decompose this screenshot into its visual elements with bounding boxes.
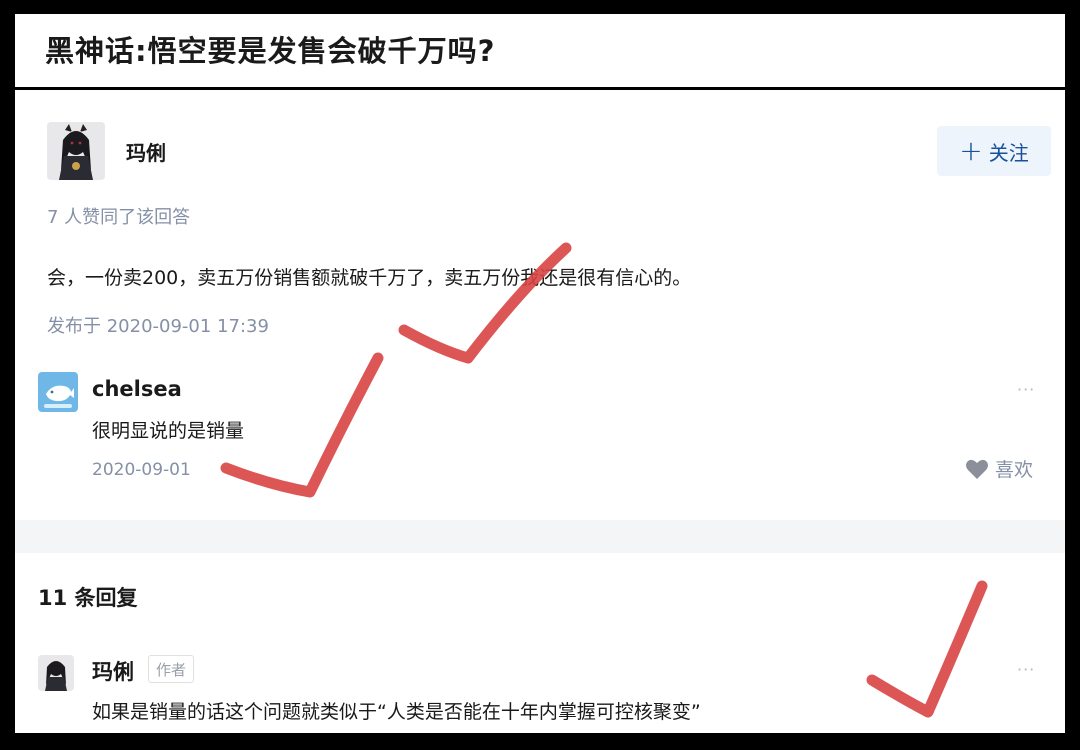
commenter-name[interactable]: chelsea bbox=[92, 377, 182, 401]
like-button[interactable]: 喜欢 bbox=[965, 455, 1033, 482]
reply-more-icon[interactable]: ··· bbox=[1017, 660, 1035, 679]
plus-icon: + bbox=[959, 134, 983, 167]
reply-author-avatar[interactable] bbox=[38, 655, 74, 691]
comment-content: 很明显说的是销量 bbox=[92, 420, 245, 442]
reply-author-name[interactable]: 玛俐 bbox=[92, 656, 134, 686]
answer-card bbox=[15, 90, 1065, 520]
author-name[interactable]: 玛俐 bbox=[126, 137, 166, 166]
reply-count: 11 条回复 bbox=[38, 586, 138, 610]
section-divider bbox=[15, 520, 1065, 553]
answer-content: 会，一份卖200，卖五万份销售额就破千万了，卖五万份我还是很有信心的。 bbox=[47, 267, 692, 289]
vote-count[interactable]: 7 人赞同了该回答 bbox=[47, 203, 190, 229]
heart-icon bbox=[966, 459, 988, 479]
publish-time[interactable]: 发布于 2020-09-01 17:39 bbox=[47, 312, 269, 338]
question-title[interactable]: 黑神话:悟空要是发售会破千万吗? bbox=[45, 28, 495, 70]
author-badge: 作者 bbox=[148, 655, 194, 683]
like-label: 喜欢 bbox=[995, 459, 1034, 481]
commenter-avatar[interactable] bbox=[38, 372, 78, 412]
comment-more-icon[interactable]: ··· bbox=[1017, 380, 1035, 399]
author-avatar[interactable] bbox=[47, 122, 105, 180]
reply-content: 如果是销量的话这个问题就类似于“人类是否能在十年内掌握可控核聚变” bbox=[92, 701, 701, 723]
follow-button[interactable]: + 关注 bbox=[937, 126, 1051, 176]
comment-date: 2020-09-01 bbox=[92, 460, 191, 480]
follow-label: 关注 bbox=[988, 140, 1029, 165]
